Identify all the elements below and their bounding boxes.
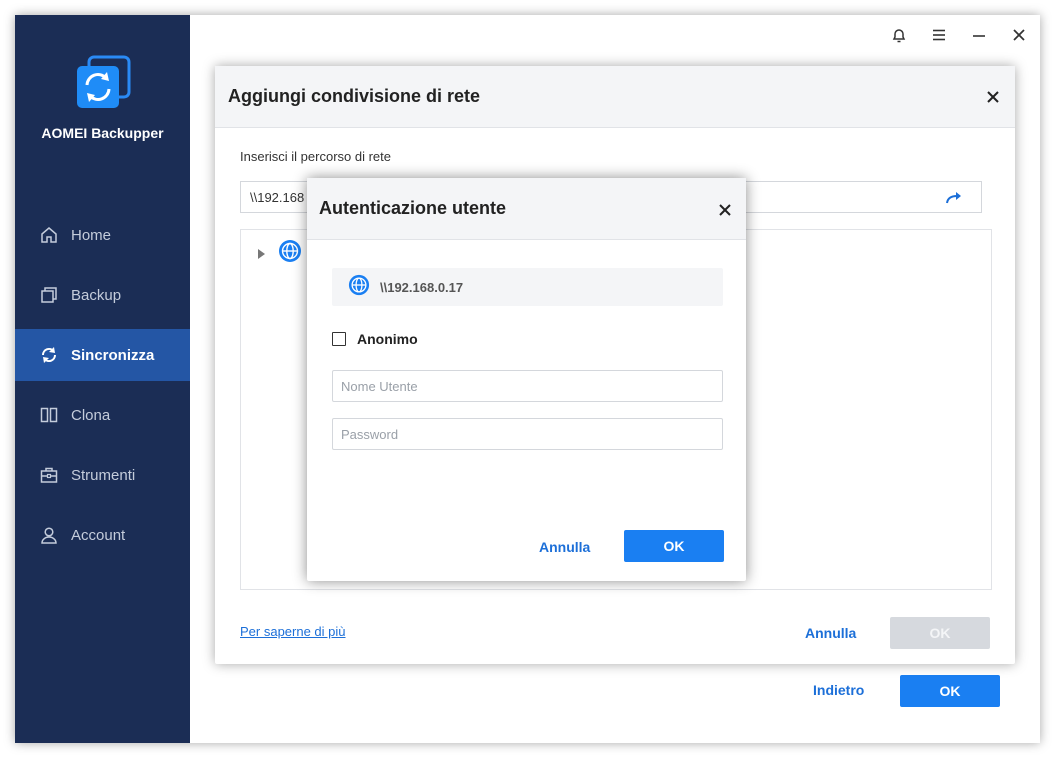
user-icon <box>39 525 59 545</box>
go-arrow-icon[interactable] <box>945 189 963 207</box>
sidebar-item-clone[interactable]: Clona <box>15 389 190 441</box>
checkbox-box[interactable] <box>332 332 346 346</box>
username-placeholder: Nome Utente <box>341 378 418 394</box>
sidebar: AOMEI Backupper Home Backup Sincronizza … <box>15 15 190 743</box>
dialog-header: Autenticazione utente <box>307 178 746 240</box>
sidebar-item-label: Backup <box>71 286 122 304</box>
sidebar-item-home[interactable]: Home <box>15 209 190 261</box>
app-name: AOMEI Backupper <box>41 125 164 141</box>
dialog-title: Aggiungi condivisione di rete <box>228 86 481 106</box>
clone-icon <box>39 405 59 425</box>
backup-icon <box>39 285 59 305</box>
sidebar-item-sync[interactable]: Sincronizza <box>15 329 190 381</box>
sync-icon <box>39 345 59 365</box>
sidebar-item-label: Clona <box>71 406 111 424</box>
main-ok-button[interactable]: OK <box>900 675 1000 707</box>
anonymous-label: Anonimo <box>357 331 418 347</box>
host-display: \\192.168.0.17 <box>332 268 723 306</box>
sidebar-item-tools[interactable]: Strumenti <box>15 449 190 501</box>
bell-icon[interactable] <box>887 23 911 47</box>
password-field[interactable]: Password <box>332 418 723 450</box>
password-placeholder: Password <box>341 426 399 442</box>
menu-icon[interactable] <box>927 23 951 47</box>
home-icon <box>39 225 59 245</box>
dialog-header: Aggiungi condivisione di rete <box>215 66 1015 128</box>
back-button[interactable]: Indietro <box>813 682 864 698</box>
globe-icon <box>348 274 370 301</box>
path-label: Inserisci il percorso di rete <box>240 149 391 164</box>
minimize-icon[interactable] <box>967 23 991 47</box>
user-auth-dialog: Autenticazione utente \\192.168.0.17 Ano… <box>307 178 746 581</box>
sidebar-item-label: Home <box>71 226 112 244</box>
anonymous-checkbox[interactable]: Anonimo <box>332 331 418 347</box>
close-icon[interactable] <box>982 86 1004 108</box>
dialog-title: Autenticazione utente <box>319 198 507 218</box>
close-icon[interactable] <box>714 199 736 221</box>
cancel-button[interactable]: Annulla <box>539 539 590 555</box>
path-value: \\192.168 <box>250 189 305 205</box>
username-field[interactable]: Nome Utente <box>332 370 723 402</box>
globe-icon <box>278 239 302 263</box>
sidebar-item-account[interactable]: Account <box>15 509 190 561</box>
ok-button[interactable]: OK <box>624 530 724 562</box>
ok-button-disabled[interactable]: OK <box>890 617 990 649</box>
sidebar-item-label: Account <box>71 526 126 544</box>
learn-more-link[interactable]: Per saperne di più <box>240 624 346 639</box>
cancel-button[interactable]: Annulla <box>805 625 856 641</box>
toolbox-icon <box>39 465 59 485</box>
sidebar-item-label: Sincronizza <box>71 346 155 364</box>
host-address: \\192.168.0.17 <box>380 279 464 295</box>
sidebar-item-label: Strumenti <box>71 466 136 484</box>
app-logo-icon <box>73 55 133 115</box>
sidebar-item-backup[interactable]: Backup <box>15 269 190 321</box>
expand-arrow-icon[interactable] <box>256 246 266 259</box>
close-icon[interactable] <box>1007 23 1031 47</box>
